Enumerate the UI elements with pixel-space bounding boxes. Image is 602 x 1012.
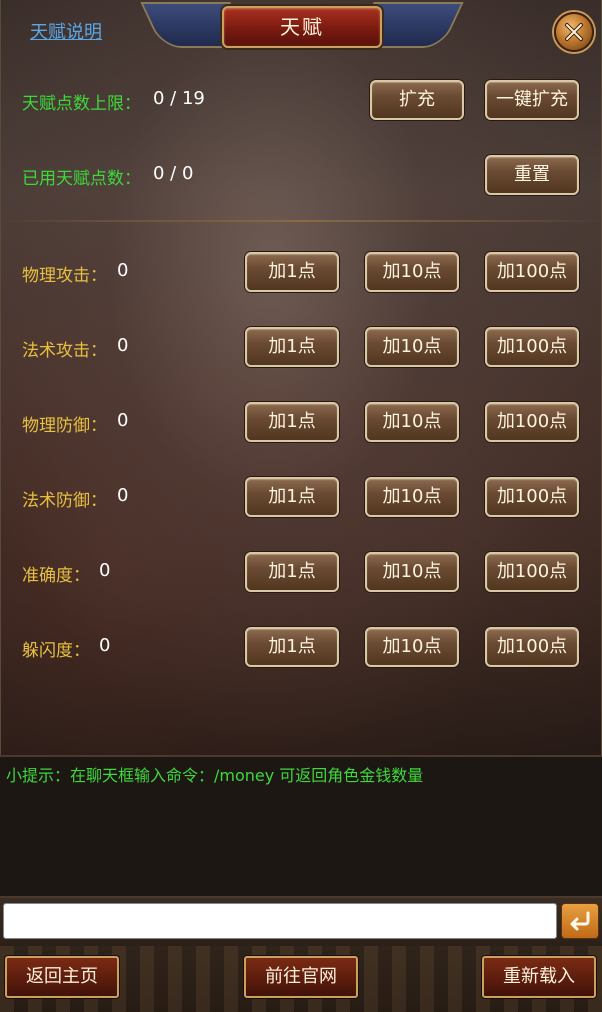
- stat-label-accuracy: 准确度：: [22, 566, 90, 586]
- points-used-value: 0 / 0: [153, 163, 194, 184]
- physical-defense-add-100-button[interactable]: 加100点: [485, 402, 579, 442]
- send-button[interactable]: [561, 903, 599, 939]
- magic-defense-add-1-button[interactable]: 加1点: [245, 477, 339, 517]
- stat-value-evasion: 0: [99, 635, 111, 656]
- magic-attack-add-1-button[interactable]: 加1点: [245, 327, 339, 367]
- stat-value-magic-defense: 0: [117, 485, 129, 506]
- evasion-add-10-button[interactable]: 加10点: [365, 627, 459, 667]
- stat-value-physical-attack: 0: [117, 260, 129, 281]
- stat-value-magic-attack: 0: [117, 335, 129, 356]
- magic-attack-add-100-button[interactable]: 加100点: [485, 327, 579, 367]
- stat-value-accuracy: 0: [99, 560, 111, 581]
- stat-label-physical-defense: 物理防御：: [22, 416, 107, 436]
- close-icon: [565, 23, 583, 41]
- footer-nav: 返回主页 前往官网 重新载入: [0, 946, 602, 1012]
- magic-defense-add-100-button[interactable]: 加100点: [485, 477, 579, 517]
- talent-panel: 天赋说明 天赋 天赋点数上限： 0 / 19 扩充 一键扩充 已用天赋点数： 0…: [0, 0, 602, 755]
- magic-defense-add-10-button[interactable]: 加10点: [365, 477, 459, 517]
- accuracy-add-1-button[interactable]: 加1点: [245, 552, 339, 592]
- chat-log: 小提示：在聊天框输入命令：/money 可返回角色金钱数量: [0, 755, 602, 898]
- accuracy-add-10-button[interactable]: 加10点: [365, 552, 459, 592]
- physical-defense-add-10-button[interactable]: 加10点: [365, 402, 459, 442]
- panel-divider: [1, 220, 602, 222]
- evasion-add-1-button[interactable]: 加1点: [245, 627, 339, 667]
- points-used-label: 已用天赋点数：: [22, 169, 141, 189]
- back-home-button[interactable]: 返回主页: [5, 956, 119, 998]
- chat-input[interactable]: [3, 903, 557, 939]
- points-limit-value: 0 / 19: [153, 88, 205, 109]
- points-limit-label: 天赋点数上限：: [22, 94, 141, 114]
- magic-attack-add-10-button[interactable]: 加10点: [365, 327, 459, 367]
- tip-text: 小提示：在聊天框输入命令：/money 可返回角色金钱数量: [6, 766, 424, 785]
- close-button[interactable]: [554, 12, 594, 52]
- stat-label-physical-attack: 物理攻击：: [22, 266, 107, 286]
- physical-attack-add-1-button[interactable]: 加1点: [245, 252, 339, 292]
- stat-label-evasion: 躲闪度：: [22, 641, 90, 661]
- official-site-button[interactable]: 前往官网: [244, 956, 358, 998]
- expand-all-button[interactable]: 一键扩充: [485, 80, 579, 120]
- accuracy-add-100-button[interactable]: 加100点: [485, 552, 579, 592]
- physical-attack-add-100-button[interactable]: 加100点: [485, 252, 579, 292]
- stat-label-magic-attack: 法术攻击：: [22, 341, 107, 361]
- page-title: 天赋: [222, 6, 382, 48]
- chat-bar: [0, 898, 602, 946]
- stat-label-magic-defense: 法术防御：: [22, 491, 107, 511]
- stat-value-physical-defense: 0: [117, 410, 129, 431]
- title-banner: 天赋: [140, 0, 464, 58]
- physical-attack-add-10-button[interactable]: 加10点: [365, 252, 459, 292]
- reset-button[interactable]: 重置: [485, 155, 579, 195]
- expand-button[interactable]: 扩充: [370, 80, 464, 120]
- talent-help-link[interactable]: 天赋说明: [30, 18, 102, 44]
- return-arrow-icon: [570, 911, 590, 931]
- evasion-add-100-button[interactable]: 加100点: [485, 627, 579, 667]
- talent-screen: 天赋说明 天赋 天赋点数上限： 0 / 19 扩充 一键扩充 已用天赋点数： 0…: [0, 0, 602, 1012]
- reload-button[interactable]: 重新载入: [482, 956, 596, 998]
- physical-defense-add-1-button[interactable]: 加1点: [245, 402, 339, 442]
